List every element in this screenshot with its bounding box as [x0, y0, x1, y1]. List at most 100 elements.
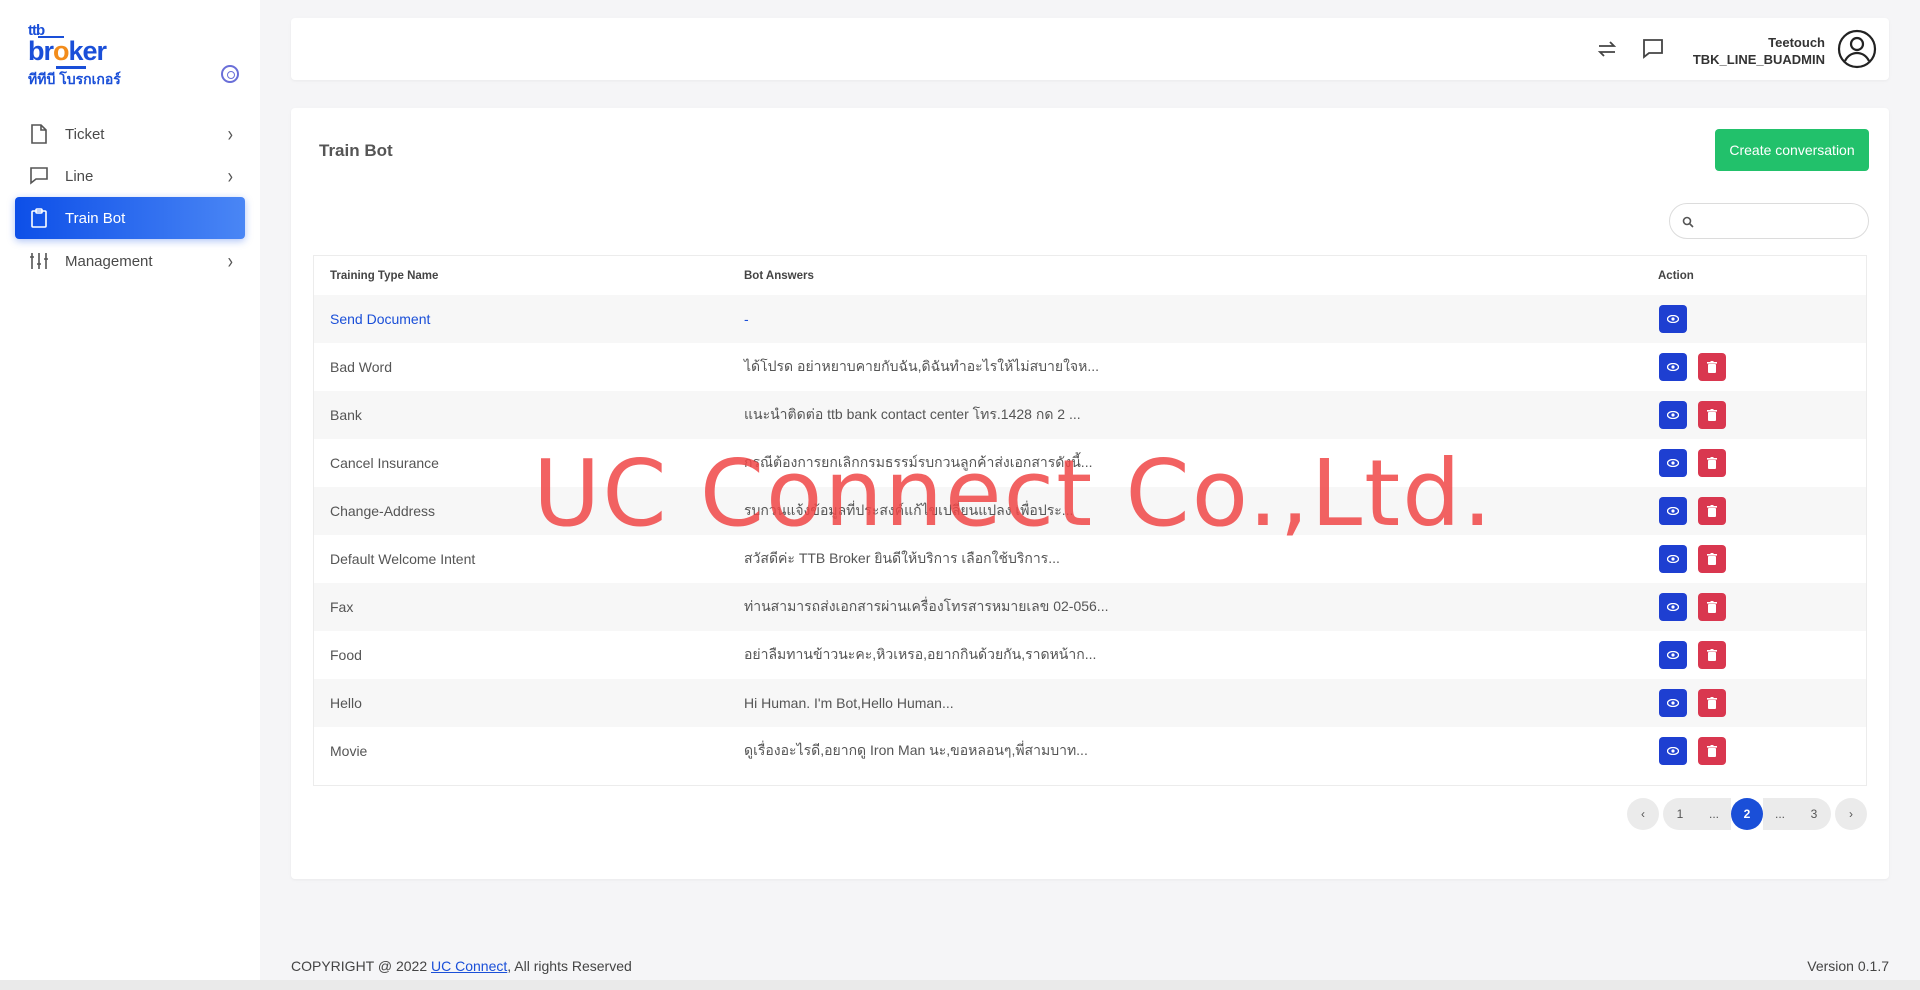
- brand-logo[interactable]: ttb broker ทีทีบี โบรกเกอร์: [28, 22, 128, 87]
- delete-button[interactable]: [1698, 449, 1726, 477]
- pagination-ellipsis[interactable]: ...: [1697, 798, 1731, 830]
- delete-button[interactable]: [1698, 401, 1726, 429]
- training-type-name: Default Welcome Intent: [330, 551, 476, 567]
- app-version: Version 0.1.7: [1807, 958, 1889, 974]
- chevron-right-icon: ›: [227, 124, 233, 147]
- search-input[interactable]: [1700, 210, 1860, 232]
- pagination-ellipsis[interactable]: ...: [1763, 798, 1797, 830]
- trash-icon: [1707, 601, 1717, 613]
- pagination-next-button[interactable]: ›: [1835, 798, 1867, 830]
- sidebar-item-label: Management: [65, 252, 153, 270]
- delete-button[interactable]: [1698, 689, 1726, 717]
- user-role: TBK_LINE_BUADMIN: [1692, 52, 1825, 67]
- trash-icon: [1707, 457, 1717, 469]
- delete-button[interactable]: [1698, 497, 1726, 525]
- sidebar-item-label: Line: [65, 167, 94, 185]
- eye-icon: [1667, 459, 1679, 467]
- training-type-name: Movie: [330, 743, 368, 759]
- delete-button[interactable]: [1698, 737, 1726, 765]
- bot-answer-text: สวัสดีค่ะ TTB Broker ยินดีให้บริการ เลือ…: [744, 550, 1060, 566]
- search-box[interactable]: [1669, 203, 1869, 239]
- table-row: Fax ท่านสามารถส่งเอกสารผ่านเครื่องโทรสาร…: [314, 583, 1866, 631]
- chat-icon: [29, 166, 49, 186]
- sidebar-item-label: Train Bot: [65, 209, 126, 227]
- footer-copyright: COPYRIGHT @ 2022 UC Connect, All rights …: [291, 958, 632, 974]
- view-button[interactable]: [1659, 593, 1687, 621]
- bot-answer-text: รบกวนแจ้งข้อมูลที่ประสงค์แก้ไขเปลี่ยนแปล…: [744, 502, 1074, 518]
- delete-button[interactable]: [1698, 641, 1726, 669]
- training-type-name: Bank: [330, 407, 362, 423]
- pagination-prev-button[interactable]: ‹: [1627, 798, 1659, 830]
- view-button[interactable]: [1659, 449, 1687, 477]
- create-conversation-button[interactable]: Create conversation: [1715, 129, 1869, 171]
- training-type-name: Change-Address: [330, 503, 436, 519]
- user-info[interactable]: Teetouch TBK_LINE_BUADMIN: [1693, 34, 1825, 68]
- bot-answer-text: ได้โปรด อย่าหยาบคายกับฉัน,ดิฉันทำอะไรให้…: [744, 358, 1100, 374]
- bot-answer-text: ดูเรื่องอะไรดี,อยากดู Iron Man นะ,ขอหลอน…: [744, 742, 1088, 758]
- eye-icon: [1667, 507, 1679, 515]
- bot-answer-text: แนะนำติดต่อ ttb bank contact center โทร.…: [744, 406, 1081, 422]
- training-type-name: Cancel Insurance: [330, 455, 439, 471]
- sidebar-item-line[interactable]: Line ›: [15, 155, 245, 197]
- table-header-row: Training Type Name Bot Answers Action: [314, 256, 1866, 295]
- file-icon: [29, 124, 49, 144]
- table-row: Bank แนะนำติดต่อ ttb bank contact center…: [314, 391, 1866, 439]
- view-button[interactable]: [1659, 737, 1687, 765]
- column-header-action: Action: [1658, 269, 1694, 282]
- table-row: Send Document -: [314, 295, 1866, 343]
- view-button[interactable]: [1659, 689, 1687, 717]
- bot-answer-text: กรณีต้องการยกเลิกกรมธรรม์รบกวนลูกค้าส่งเ…: [744, 454, 1093, 470]
- view-button[interactable]: [1659, 641, 1687, 669]
- training-type-name: Hello: [330, 695, 362, 711]
- trash-icon: [1707, 409, 1717, 421]
- eye-icon: [1667, 555, 1679, 563]
- eye-icon: [1667, 747, 1679, 755]
- copyright-suffix: , All rights Reserved: [507, 958, 632, 974]
- user-display-name: Teetouch: [1768, 35, 1825, 50]
- pagination-page-1[interactable]: 1: [1663, 798, 1697, 830]
- sidebar-item-management[interactable]: Management ›: [15, 240, 245, 282]
- company-link[interactable]: UC Connect: [431, 958, 507, 974]
- view-button[interactable]: [1659, 305, 1687, 333]
- clipboard-icon: [29, 208, 49, 228]
- eye-icon: [1667, 699, 1679, 707]
- pagination-page-2[interactable]: 2: [1731, 798, 1763, 830]
- trash-icon: [1707, 697, 1717, 709]
- eye-icon: [1667, 411, 1679, 419]
- bot-answer-text: อย่าลืมทานข้าวนะคะ,หิวเหรอ,อยากกินด้วยกั…: [744, 646, 1097, 662]
- page-title: Train Bot: [319, 141, 393, 160]
- training-type-link[interactable]: Send Document: [330, 295, 430, 343]
- table-row: Change-Address รบกวนแจ้งข้อมูลที่ประสงค์…: [314, 487, 1866, 535]
- eye-icon: [1667, 315, 1679, 323]
- top-header: Teetouch TBK_LINE_BUADMIN: [291, 18, 1889, 80]
- eye-icon: [1667, 603, 1679, 611]
- pagination-page-3[interactable]: 3: [1797, 798, 1831, 830]
- sync-icon[interactable]: [1595, 37, 1619, 61]
- sidebar-item-ticket[interactable]: Ticket ›: [15, 113, 245, 155]
- delete-button[interactable]: [1698, 353, 1726, 381]
- view-button[interactable]: [1659, 401, 1687, 429]
- message-icon[interactable]: [1641, 37, 1665, 61]
- column-header-training-type: Training Type Name: [330, 269, 439, 282]
- table-row: Default Welcome Intent สวัสดีค่ะ TTB Bro…: [314, 535, 1866, 583]
- delete-button[interactable]: [1698, 545, 1726, 573]
- chevron-right-icon: ›: [227, 166, 233, 189]
- delete-button[interactable]: [1698, 593, 1726, 621]
- sidebar-item-train-bot[interactable]: Train Bot: [15, 197, 245, 239]
- view-button[interactable]: [1659, 353, 1687, 381]
- bot-answer-text: Hi Human. I'm Bot,Hello Human...: [744, 695, 954, 711]
- bot-answer-text: -: [744, 311, 749, 327]
- user-avatar-icon[interactable]: [1837, 29, 1877, 69]
- view-button[interactable]: [1659, 545, 1687, 573]
- table-row: Hello Hi Human. I'm Bot,Hello Human...: [314, 679, 1866, 727]
- sidebar-toggle-icon[interactable]: [221, 65, 239, 83]
- table-row: Food อย่าลืมทานข้าวนะคะ,หิวเหรอ,อยากกินด…: [314, 631, 1866, 679]
- search-icon: [1682, 215, 1696, 229]
- logo-thai-name: ทีทีบี โบรกเกอร์: [28, 71, 121, 87]
- view-button[interactable]: [1659, 497, 1687, 525]
- training-table: Training Type Name Bot Answers Action Se…: [313, 255, 1867, 786]
- eye-icon: [1667, 651, 1679, 659]
- train-bot-card: Train Bot Create conversation Training T…: [291, 108, 1889, 879]
- trash-icon: [1707, 553, 1717, 565]
- training-type-name: Food: [330, 647, 362, 663]
